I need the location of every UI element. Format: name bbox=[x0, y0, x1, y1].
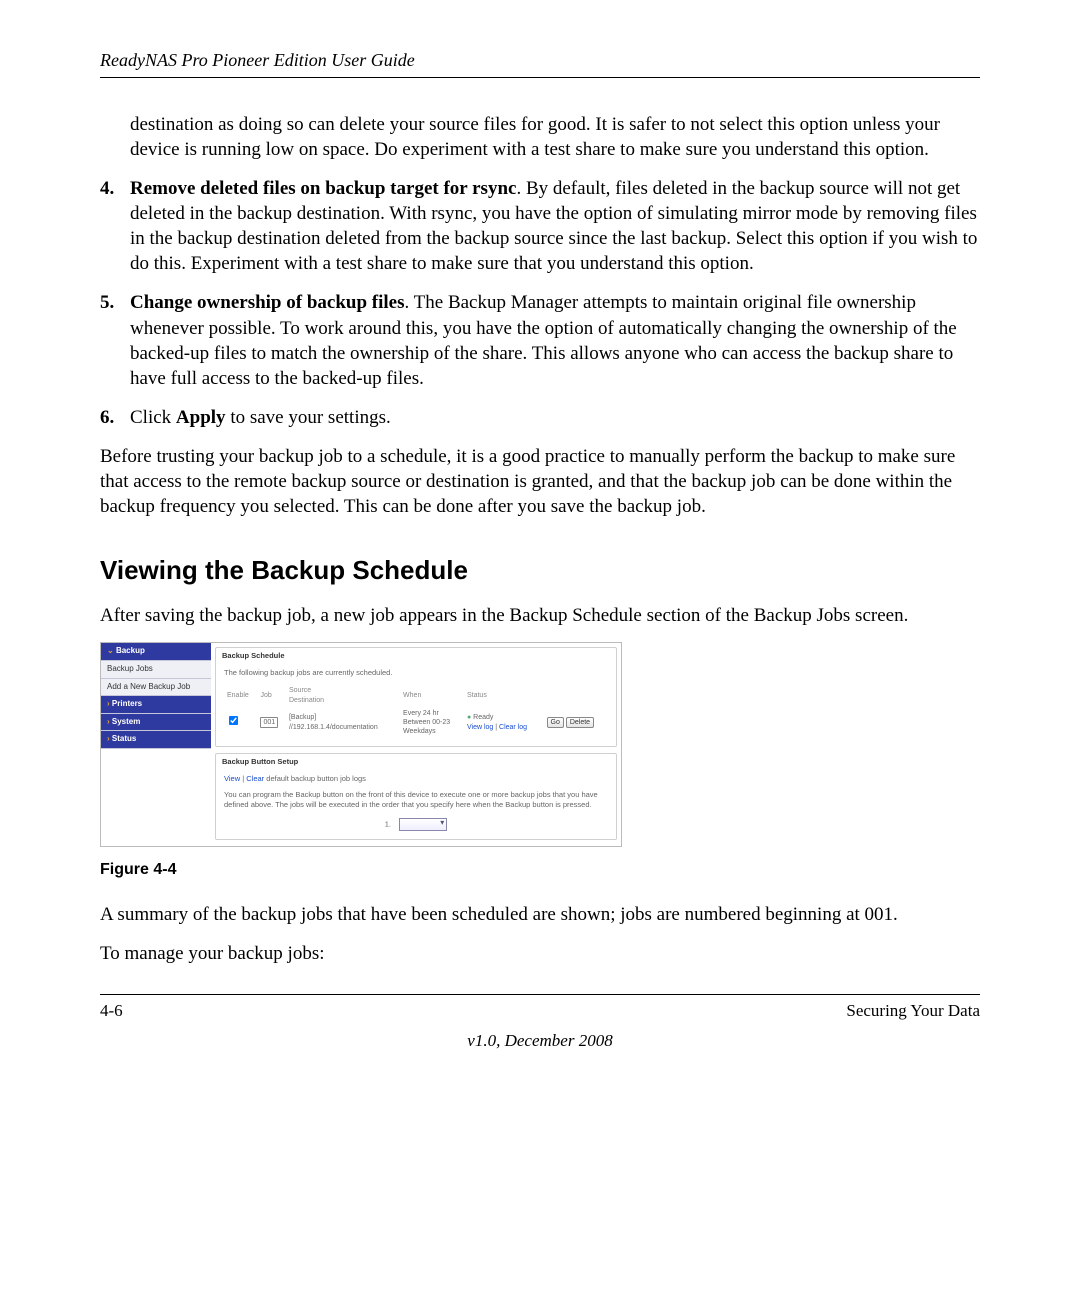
panel-title: Backup Schedule bbox=[216, 648, 616, 664]
source-label: [Backup] bbox=[289, 713, 397, 722]
section-intro: After saving the backup job, a new job a… bbox=[100, 603, 980, 628]
sidebar-add-new-backup[interactable]: Add a New Backup Job bbox=[101, 679, 211, 697]
item-post: to save your settings. bbox=[226, 407, 391, 428]
section-heading: Viewing the Backup Schedule bbox=[100, 553, 980, 587]
sidebar-printers[interactable]: Printers bbox=[101, 696, 211, 714]
col-source-dest: Source Destination bbox=[286, 684, 400, 706]
button-setup-desc: You can program the Backup button on the… bbox=[224, 790, 608, 810]
list-item-5: 5. Change ownership of backup files. The… bbox=[100, 290, 980, 390]
item-number: 4. bbox=[100, 176, 130, 276]
when-line3: Weekdays bbox=[403, 727, 461, 736]
sidebar: Backup Backup Jobs Add a New Backup Job … bbox=[101, 643, 211, 846]
col-enable: Enable bbox=[224, 684, 257, 706]
sidebar-backup-header[interactable]: Backup bbox=[101, 643, 211, 661]
enable-checkbox[interactable] bbox=[229, 716, 238, 725]
view-link[interactable]: View bbox=[224, 774, 240, 783]
sidebar-backup-jobs[interactable]: Backup Jobs bbox=[101, 661, 211, 679]
delete-button[interactable]: Delete bbox=[566, 717, 594, 728]
link-rest: default backup button job logs bbox=[264, 774, 366, 783]
chapter-title: Securing Your Data bbox=[846, 1001, 980, 1021]
when-line1: Every 24 hr bbox=[403, 709, 461, 718]
schedule-row: 001 [Backup] //192.168.1.4/documentation… bbox=[224, 707, 608, 739]
summary-paragraph: A summary of the backup jobs that have b… bbox=[100, 902, 980, 927]
row-number: 1. bbox=[385, 819, 391, 828]
item-number: 5. bbox=[100, 290, 130, 390]
page-number: 4-6 bbox=[100, 1001, 123, 1021]
backup-button-setup-panel: Backup Button Setup View | Clear default… bbox=[215, 753, 617, 840]
destination-label: //192.168.1.4/documentation bbox=[289, 723, 397, 732]
status-ready: Ready bbox=[467, 713, 541, 722]
schedule-note: The following backup jobs are currently … bbox=[224, 668, 608, 678]
view-log-link[interactable]: View log bbox=[467, 724, 493, 731]
item-lead: Remove deleted files on backup target fo… bbox=[130, 178, 516, 199]
continued-paragraph: destination as doing so can delete your … bbox=[130, 112, 980, 162]
panel-title: Backup Button Setup bbox=[216, 754, 616, 770]
clear-link[interactable]: Clear bbox=[246, 774, 264, 783]
sidebar-status[interactable]: Status bbox=[101, 731, 211, 749]
item-number: 6. bbox=[100, 405, 130, 430]
go-button[interactable]: Go bbox=[547, 717, 564, 728]
followup-paragraph: Before trusting your backup job to a sch… bbox=[100, 444, 980, 519]
doc-version: v1.0, December 2008 bbox=[100, 1031, 980, 1051]
item-lead: Change ownership of backup files bbox=[130, 292, 405, 313]
item-pre: Click bbox=[130, 407, 176, 428]
clear-log-link[interactable]: Clear log bbox=[499, 724, 527, 731]
header-rule bbox=[100, 77, 980, 78]
item-bold: Apply bbox=[176, 407, 226, 428]
list-item-6: 6. Click Apply to save your settings. bbox=[100, 405, 980, 430]
running-header: ReadyNAS Pro Pioneer Edition User Guide bbox=[100, 40, 980, 77]
figure-caption: Figure 4-4 bbox=[100, 859, 980, 880]
job-number[interactable]: 001 bbox=[260, 717, 278, 728]
list-item-4: 4. Remove deleted files on backup target… bbox=[100, 176, 980, 276]
when-line2: Between 00-23 bbox=[403, 718, 461, 727]
backup-schedule-panel: Backup Schedule The following backup job… bbox=[215, 647, 617, 747]
col-status: Status bbox=[464, 684, 608, 706]
backup-schedule-screenshot: Backup Backup Jobs Add a New Backup Job … bbox=[100, 642, 622, 847]
sidebar-system[interactable]: System bbox=[101, 714, 211, 732]
col-job: Job bbox=[257, 684, 286, 706]
col-when: When bbox=[400, 684, 464, 706]
job-select[interactable] bbox=[399, 818, 447, 831]
manage-intro: To manage your backup jobs: bbox=[100, 941, 980, 966]
